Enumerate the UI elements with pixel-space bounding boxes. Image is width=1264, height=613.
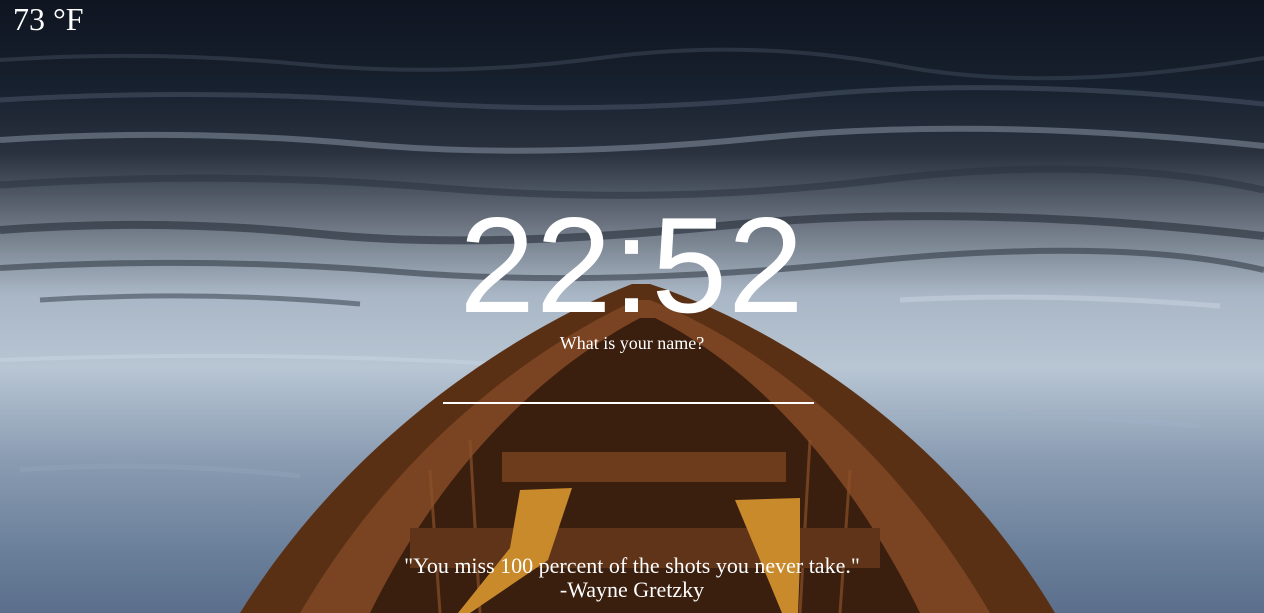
weather-temperature: 73 °F [13,1,84,37]
quote-author: -Wayne Gretzky [559,577,705,602]
clock-time: 22:52 [459,189,805,341]
quote-text: "You miss 100 percent of the shots you n… [404,553,860,578]
name-input[interactable] [443,376,814,404]
quote-block: "You miss 100 percent of the shots you n… [0,554,1264,602]
name-prompt-label: What is your name? [559,333,705,353]
